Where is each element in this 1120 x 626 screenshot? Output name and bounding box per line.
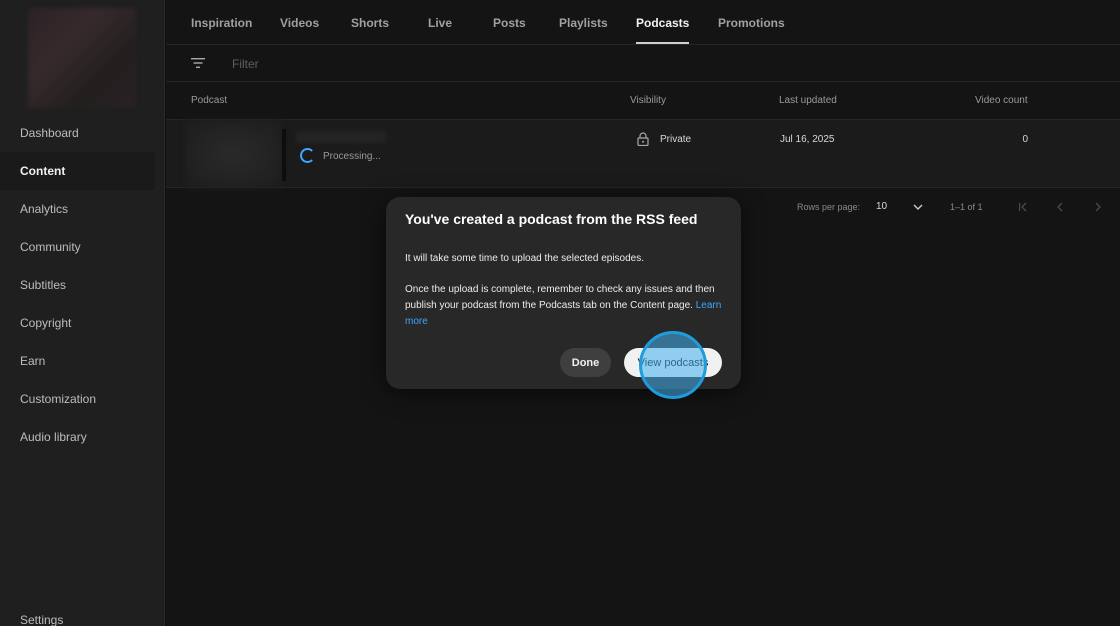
dialog-title: You've created a podcast from the RSS fe… — [405, 211, 698, 227]
dialog-instructions-text: Once the upload is complete, remember to… — [405, 284, 715, 311]
dialog-instructions: Once the upload is complete, remember to… — [405, 282, 730, 330]
view-podcasts-button[interactable]: View podcasts — [624, 348, 722, 377]
done-button[interactable]: Done — [560, 348, 611, 377]
podcast-created-dialog: You've created a podcast from the RSS fe… — [386, 197, 741, 389]
dialog-message: It will take some time to upload the sel… — [405, 253, 645, 264]
